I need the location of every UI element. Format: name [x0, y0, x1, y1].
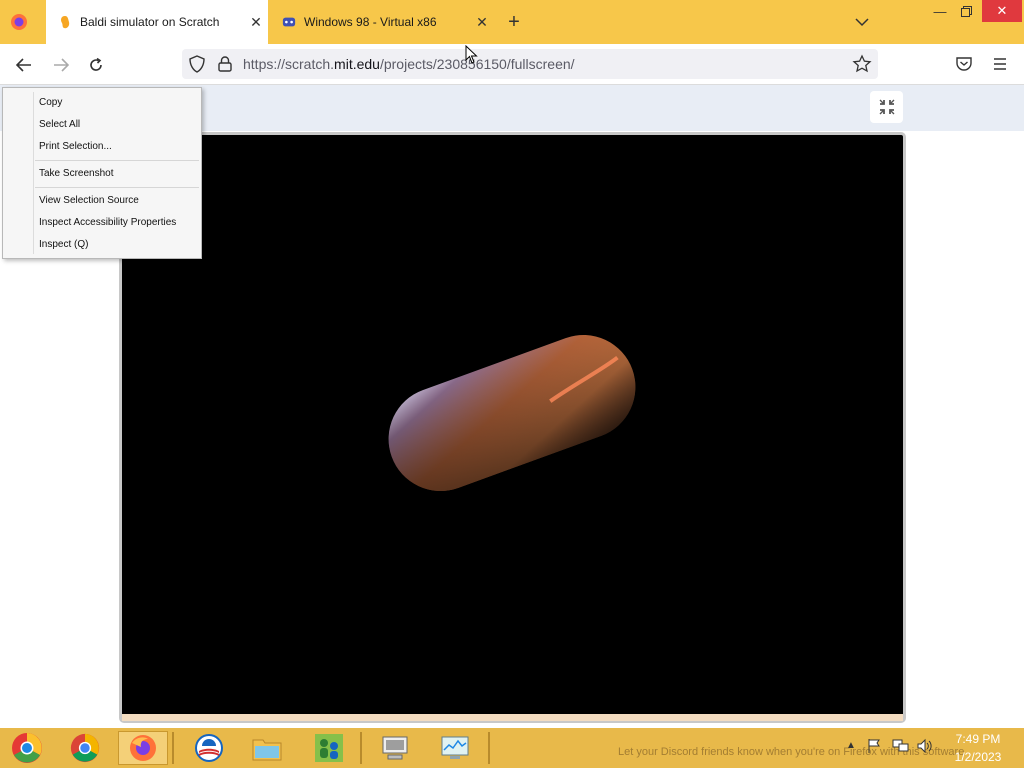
- menu-item-view-selection-source[interactable]: View Selection Source: [39, 195, 139, 206]
- network-icon[interactable]: [892, 738, 910, 756]
- show-hidden-icons-icon[interactable]: ▲: [846, 740, 858, 752]
- clock-date[interactable]: 1/2/2023: [938, 750, 1018, 764]
- remote-desktop-icon[interactable]: [370, 731, 420, 765]
- tracking-protection-shield-icon[interactable]: [188, 55, 206, 73]
- close-tab-icon[interactable]: ✕: [244, 14, 268, 31]
- reload-icon[interactable]: [83, 52, 109, 78]
- clock-time[interactable]: 7:49 PM: [938, 732, 1018, 746]
- menu-item-inspect[interactable]: Inspect (Q): [39, 239, 88, 250]
- minimize-icon[interactable]: —: [928, 0, 952, 22]
- list-all-tabs-icon[interactable]: [850, 10, 874, 34]
- action-center-flag-icon[interactable]: [866, 738, 884, 756]
- task-manager-icon[interactable]: [430, 731, 480, 765]
- restore-icon[interactable]: [954, 0, 978, 22]
- chrome-icon[interactable]: [60, 731, 110, 765]
- url-domain: mit.edu: [334, 56, 380, 72]
- v86-icon: [282, 15, 296, 29]
- stage-bottom-bar: [122, 714, 903, 721]
- firefox-menu-icon[interactable]: [10, 13, 28, 31]
- tab-windows-98[interactable]: Windows 98 - Virtual x86 ✕: [270, 0, 494, 44]
- taskbar-separator: [172, 732, 174, 764]
- menu-item-print-selection[interactable]: Print Selection...: [39, 141, 112, 152]
- url-prefix: https://scratch.: [243, 56, 335, 72]
- menu-item-copy[interactable]: Copy: [39, 97, 62, 108]
- exit-fullscreen-icon: [879, 99, 894, 115]
- app-menu-icon[interactable]: [990, 54, 1010, 74]
- obama-logo-icon[interactable]: [184, 731, 234, 765]
- url-text[interactable]: https://scratch.mit.edu/projects/2308561…: [243, 56, 575, 72]
- file-explorer-icon[interactable]: [242, 731, 292, 765]
- menu-item-select-all[interactable]: Select All: [39, 119, 80, 130]
- chrome-canary-icon[interactable]: [2, 731, 52, 765]
- bookmark-star-icon[interactable]: [852, 54, 872, 74]
- game-object-3d-capsule: [388, 335, 636, 491]
- context-menu-divider: [33, 92, 34, 254]
- new-tab-icon[interactable]: +: [502, 10, 526, 34]
- menu-item-take-screenshot[interactable]: Take Screenshot: [39, 168, 114, 179]
- close-tab-icon[interactable]: ✕: [470, 14, 494, 31]
- back-icon[interactable]: [11, 52, 37, 78]
- messenger-icon[interactable]: [304, 731, 354, 765]
- lock-icon[interactable]: [216, 55, 234, 73]
- close-window-icon[interactable]: ✕: [982, 0, 1022, 22]
- pocket-icon[interactable]: [954, 54, 974, 74]
- firefox-taskbar-icon[interactable]: [118, 731, 168, 765]
- menu-separator: [35, 160, 199, 161]
- exit-fullscreen-button[interactable]: [870, 91, 903, 123]
- scratch-icon: [58, 15, 72, 29]
- volume-icon[interactable]: [916, 738, 934, 756]
- scratch-stage[interactable]: [119, 132, 906, 723]
- taskbar-separator: [360, 732, 362, 764]
- taskbar-separator: [488, 732, 490, 764]
- tab-label: Baldi simulator on Scratch: [80, 15, 220, 29]
- forward-icon[interactable]: [48, 52, 74, 78]
- menu-separator: [35, 187, 199, 188]
- menu-item-inspect-accessibility[interactable]: Inspect Accessibility Properties: [39, 217, 176, 228]
- mouse-cursor-icon: [465, 44, 479, 65]
- tray-notification-text: Let your Discord friends know when you'r…: [618, 746, 965, 758]
- tab-label: Windows 98 - Virtual x86: [304, 15, 437, 29]
- context-menu: Copy Select All Print Selection... Take …: [2, 87, 202, 259]
- tab-baldi-simulator[interactable]: Baldi simulator on Scratch ✕: [46, 0, 268, 44]
